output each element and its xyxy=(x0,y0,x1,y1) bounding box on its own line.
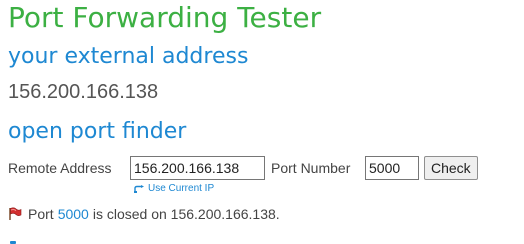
external-address-heading: your external address xyxy=(8,44,249,69)
page-title: Port Forwarding Tester xyxy=(8,1,322,34)
red-flag-icon xyxy=(8,207,22,221)
use-current-ip-icon xyxy=(134,184,144,193)
status-port-link[interactable]: 5000 xyxy=(58,205,89,223)
use-current-ip-link[interactable]: Use Current IP xyxy=(134,183,214,194)
use-current-ip-label: Use Current IP xyxy=(148,183,215,194)
port-number-label: Port Number xyxy=(271,160,351,176)
remote-address-label: Remote Address xyxy=(8,160,112,176)
open-port-finder-heading: open port finder xyxy=(8,119,187,144)
check-button[interactable]: Check xyxy=(424,156,478,180)
remote-address-input[interactable] xyxy=(130,156,265,180)
port-number-input[interactable] xyxy=(365,156,419,180)
status-prefix: Port xyxy=(28,206,54,222)
status-suffix: is closed on 156.200.166.138. xyxy=(92,206,280,222)
port-status-message: Port 5000 is closed on 156.200.166.138. xyxy=(8,205,280,223)
external-ip-value: 156.200.166.138 xyxy=(8,81,159,103)
